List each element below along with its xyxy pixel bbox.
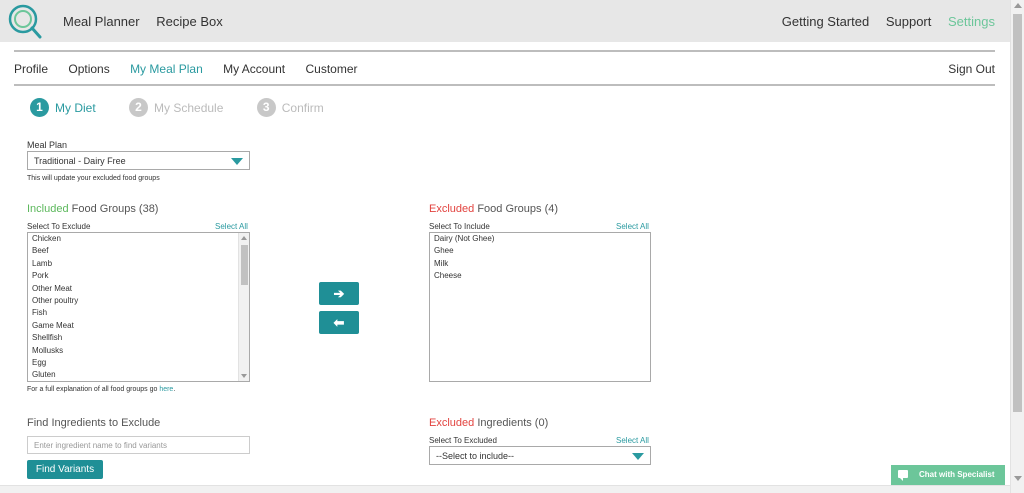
excluded-ingredients-value: --Select to include-- [436,451,515,461]
meal-plan-note: This will update your excluded food grou… [27,175,160,182]
chat-with-specialist-button[interactable]: Chat with Specialist [891,465,1005,485]
excluded-ingredients-title: Excluded Ingredients (0) [429,417,548,429]
nav-meal-planner[interactable]: Meal Planner [63,14,140,29]
list-scrollbar[interactable] [238,233,249,381]
account-nav: Profile Options My Meal Plan My Account … [14,50,995,86]
select-to-excluded-label: Select To Excluded [429,436,497,445]
move-to-included-button[interactable]: ⬅ [319,311,359,334]
list-item[interactable]: Shellfish [28,332,249,344]
arrow-left-icon: ⬅ [333,315,345,330]
list-item[interactable]: Mollusks [28,345,249,357]
list-item[interactable]: Milk [430,258,650,270]
nav-support[interactable]: Support [886,14,932,29]
scroll-down-icon[interactable] [241,374,247,378]
find-ingredients-title: Find Ingredients to Exclude [27,417,161,429]
nav-recipe-box[interactable]: Recipe Box [156,14,222,29]
included-food-groups-title: Included Food Groups (38) [27,203,158,215]
scroll-thumb[interactable] [241,245,248,285]
tab-customer[interactable]: Customer [305,62,357,76]
excluded-food-groups-title: Excluded Food Groups (4) [429,203,558,215]
excluded-ingredients-title-rest: Ingredients (0) [474,417,549,429]
top-left-nav: Meal Planner Recipe Box [63,14,236,29]
scroll-thumb[interactable] [1013,14,1022,412]
meal-plan-select[interactable]: Traditional - Dairy Free [27,151,250,170]
wizard-steps: 1 My Diet 2 My Schedule 3 Confirm [30,98,354,117]
step-number: 1 [30,98,49,117]
list-item[interactable]: Pork [28,270,249,282]
sign-out-link[interactable]: Sign Out [948,62,995,76]
list-item[interactable]: Cheese [430,270,650,282]
step-label: My Schedule [154,100,224,115]
horizontal-scrollbar[interactable] [0,485,1010,493]
list-item[interactable]: Beef [28,245,249,257]
select-to-exclude-label: Select To Exclude [27,222,91,231]
step-my-diet[interactable]: 1 My Diet [30,98,96,117]
select-to-include-label: Select To Include [429,222,490,231]
step-my-schedule[interactable]: 2 My Schedule [129,98,223,117]
included-word: Included [27,203,69,215]
caret-down-icon [632,453,644,460]
step-number: 3 [256,98,276,117]
chat-bubble-icon [898,470,908,481]
ingredient-search-placeholder: Enter ingredient name to find variants [34,441,167,450]
list-item[interactable]: Gluten [28,369,249,381]
scroll-up-icon[interactable] [241,236,247,240]
top-bar: Meal Planner Recipe Box Getting Started … [0,0,1010,42]
excluded-select-all-link[interactable]: Select All [616,222,649,231]
included-select-all-link[interactable]: Select All [215,222,248,231]
excluded-ingredients-word: Excluded [429,417,475,429]
list-item[interactable]: Fish [28,307,249,319]
arrow-right-icon: ➔ [333,286,345,301]
excluded-food-groups-list[interactable]: Dairy (Not Ghee) Ghee Milk Cheese [429,232,651,382]
list-item[interactable]: Chicken [28,233,249,245]
meal-plan-value: Traditional - Dairy Free [34,156,126,166]
move-to-excluded-button[interactable]: ➔ [319,282,359,305]
nav-settings[interactable]: Settings [948,14,995,29]
scroll-up-icon[interactable] [1014,3,1022,8]
meal-plan-label: Meal Plan [27,140,68,150]
step-label: Confirm [281,100,324,115]
list-item[interactable]: Ghee [430,245,650,257]
caret-down-icon [231,158,243,165]
page-scrollbar[interactable] [1010,0,1024,493]
find-variants-button[interactable]: Find Variants [27,460,103,479]
explanation-text: For a full explanation of all food group… [27,386,160,393]
top-right-nav: Getting Started Support Settings [769,14,995,29]
list-item[interactable]: Egg [28,357,249,369]
list-item[interactable]: Other poultry [28,295,249,307]
step-number: 2 [129,98,149,117]
tab-options[interactable]: Options [68,62,109,76]
ingredient-search-input[interactable]: Enter ingredient name to find variants [27,436,250,454]
step-confirm[interactable]: 3 Confirm [256,98,324,117]
explanation-link[interactable]: here [159,386,173,393]
list-item[interactable]: Dairy (Not Ghee) [430,233,650,245]
included-title-rest: Food Groups (38) [68,203,159,215]
explanation-end: . [173,386,176,393]
excluded-ingredients-select[interactable]: --Select to include-- [429,446,651,465]
tab-my-meal-plan[interactable]: My Meal Plan [130,62,203,76]
included-food-groups-list[interactable]: Chicken Beef Lamb Pork Other Meat Other … [27,232,250,382]
tab-profile[interactable]: Profile [14,62,48,76]
chat-label: Chat with Specialist [919,470,995,479]
ingredients-select-all-link[interactable]: Select All [616,436,649,445]
food-groups-explanation: For a full explanation of all food group… [27,386,175,393]
logo-icon[interactable] [7,3,43,39]
scroll-down-icon[interactable] [1014,476,1022,481]
excluded-word: Excluded [429,203,475,215]
list-item[interactable]: Game Meat [28,320,249,332]
step-label: My Diet [55,100,96,115]
excluded-title-rest: Food Groups (4) [474,203,559,215]
list-item[interactable]: Lamb [28,258,249,270]
list-item[interactable]: Other Meat [28,283,249,295]
nav-getting-started[interactable]: Getting Started [782,14,869,29]
tab-my-account[interactable]: My Account [223,62,285,76]
